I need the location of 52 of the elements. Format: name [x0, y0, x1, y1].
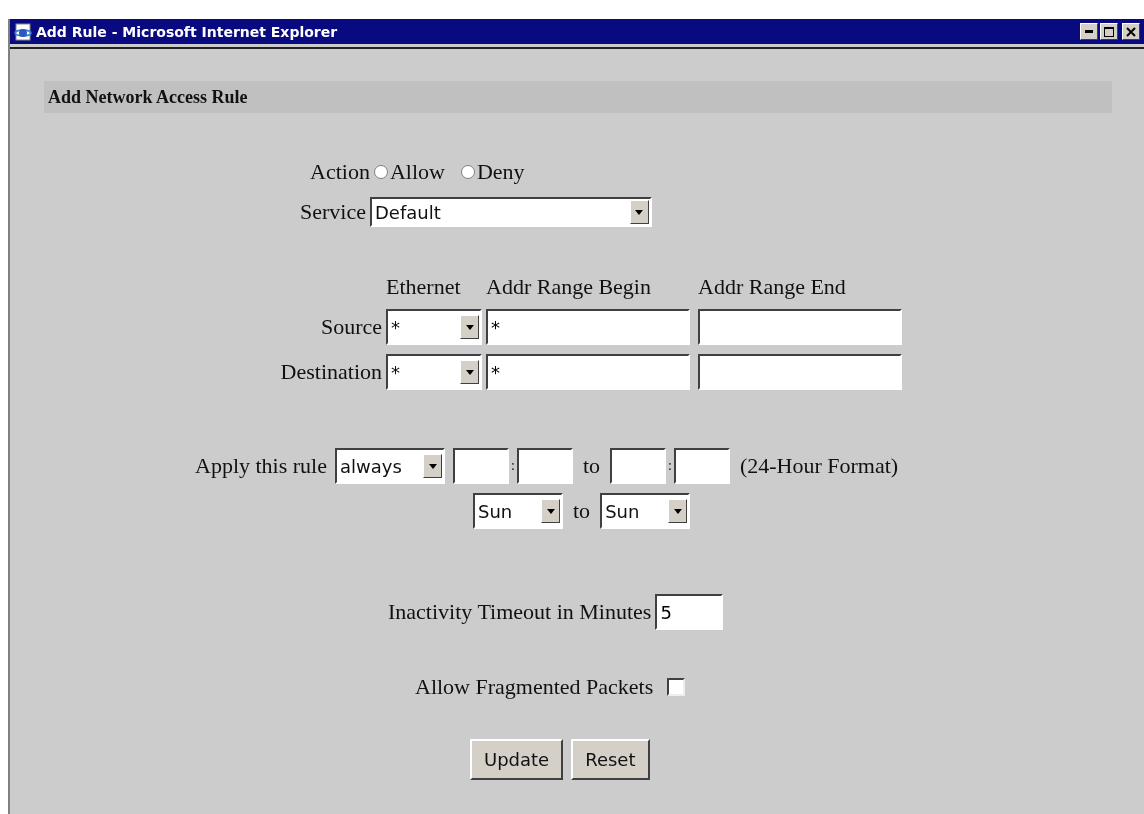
timeout-label: Inactivity Timeout in Minutes — [388, 599, 652, 625]
radio-button[interactable] — [460, 165, 475, 179]
radio-label: Deny — [476, 159, 525, 185]
action-label: Action — [310, 159, 370, 185]
row-label: Source — [319, 314, 382, 340]
form-button[interactable]: Reset — [571, 739, 650, 780]
to-label: to — [573, 498, 591, 524]
minute-field[interactable] — [516, 448, 573, 484]
address-field[interactable]: * — [486, 354, 690, 390]
column-header: Addr Range End — [698, 274, 846, 300]
address-field[interactable] — [698, 354, 902, 390]
time-separator: : — [511, 458, 515, 474]
service-label: Service — [300, 199, 366, 225]
minimize-button[interactable] — [1080, 23, 1098, 40]
caret-icon — [673, 508, 682, 514]
radio-label: Allow — [389, 159, 445, 185]
to-label: to — [582, 453, 600, 479]
row-label: Destination — [279, 359, 382, 385]
maximize-icon — [1104, 26, 1114, 37]
timeout-field[interactable]: 5 — [655, 594, 724, 630]
address-field[interactable]: * — [486, 309, 690, 345]
caret-icon — [428, 463, 437, 469]
window-title: Add Rule - Microsoft Internet Explorer — [36, 23, 338, 40]
ethernet-dropdown[interactable]: * — [386, 354, 482, 390]
ethernet-dropdown[interactable]: * — [386, 309, 482, 345]
caret-icon — [546, 508, 555, 514]
form-button[interactable]: Update — [470, 739, 564, 780]
caret-icon — [465, 324, 474, 330]
radio-button[interactable] — [373, 165, 388, 179]
day-dropdown[interactable]: Sun — [473, 493, 563, 529]
minimize-icon — [1085, 30, 1093, 33]
apply-label: Apply this rule — [195, 453, 327, 479]
day-dropdown[interactable]: Sun — [600, 493, 691, 529]
fragmented-label: Allow Fragmented Packets — [415, 674, 654, 700]
checkbox[interactable] — [667, 678, 686, 696]
close-button[interactable] — [1122, 23, 1140, 40]
address-field[interactable] — [698, 309, 902, 345]
schedule-dropdown[interactable]: always — [335, 448, 445, 484]
time-separator: : — [668, 458, 672, 474]
hour-field[interactable] — [453, 448, 509, 484]
section-heading: Add Network Access Rule — [44, 81, 1112, 113]
maximize-button[interactable] — [1100, 23, 1118, 40]
hour-field[interactable] — [610, 448, 666, 484]
format-note: (24-Hour Format) — [739, 453, 899, 479]
close-icon — [1126, 26, 1136, 37]
column-header: Ethernet — [386, 274, 462, 300]
minute-field[interactable] — [673, 448, 730, 484]
caret-icon — [635, 209, 644, 215]
browser-logo-icon — [14, 22, 32, 41]
column-header: Addr Range Begin — [486, 274, 652, 300]
caret-icon — [465, 369, 474, 375]
service-dropdown[interactable]: Default — [369, 197, 652, 227]
